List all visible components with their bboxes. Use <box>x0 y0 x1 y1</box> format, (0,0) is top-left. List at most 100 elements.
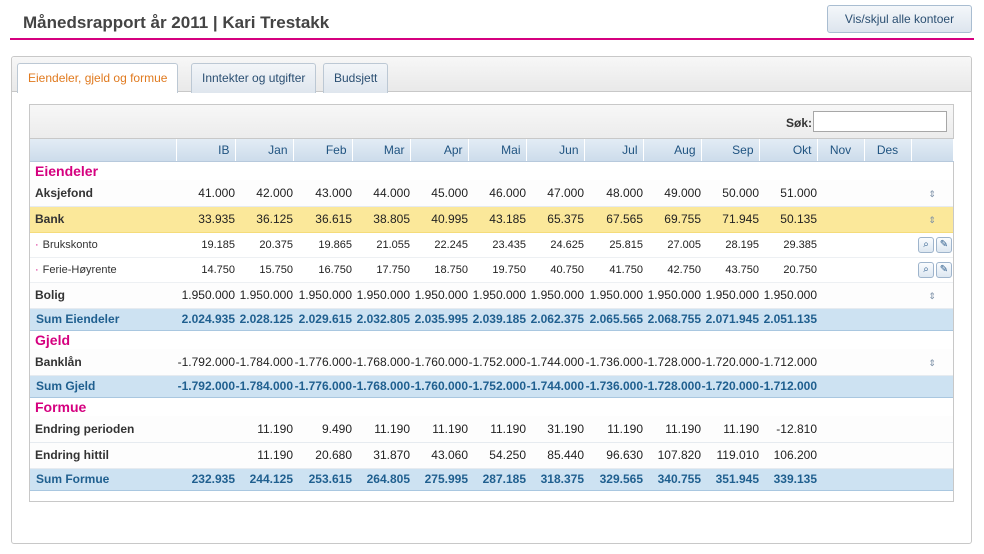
cell-jun: -1.744.000 <box>526 349 584 376</box>
tab-income-expenses[interactable]: Inntekter og utgifter <box>191 63 317 93</box>
table-row-ferie[interactable]: · Ferie-Høyrente 14.750 15.750 16.750 17.750 1… <box>30 257 953 283</box>
section-title: Formue <box>35 398 87 415</box>
cell-okt: 20.750 <box>759 257 817 283</box>
cell-mar: 44.000 <box>352 180 410 207</box>
cell-apr: 45.000 <box>410 180 468 207</box>
row-actions: ⇕ <box>911 282 953 309</box>
edit-pencil-icon[interactable]: ✎ <box>936 236 952 253</box>
cell-nov <box>817 307 864 331</box>
col-header-nov[interactable]: Nov <box>817 139 865 162</box>
cell-ib: 33.935 <box>176 206 235 233</box>
cell-jun: 2.062.375 <box>526 307 584 331</box>
cell-aug: 340.755 <box>643 467 701 491</box>
cell-nov <box>817 206 864 233</box>
cell-feb: 2.029.615 <box>293 307 352 331</box>
expand-collapse-icon[interactable]: ⇕ <box>911 189 953 199</box>
cell-jan: 244.125 <box>235 467 293 491</box>
cell-jun: -1.744.000 <box>526 374 584 398</box>
cell-apr: 22.245 <box>410 232 468 258</box>
cell-apr: 18.750 <box>410 257 468 283</box>
cell-jul: 96.630 <box>584 442 643 469</box>
cell-des <box>864 257 911 283</box>
cell-apr: 1.950.000 <box>410 282 468 309</box>
cell-ib: -1.792.000 <box>176 374 235 398</box>
section-title: Gjeld <box>35 331 71 348</box>
col-header-jan[interactable]: Jan <box>235 139 294 162</box>
row-label: Bolig <box>30 282 176 309</box>
expand-collapse-icon[interactable]: ⇕ <box>911 216 953 225</box>
cell-des <box>864 232 911 258</box>
cell-jul: 2.065.565 <box>584 307 643 331</box>
edit-pencil-icon[interactable]: ✎ <box>936 261 952 278</box>
cell-mai: 2.039.185 <box>468 307 526 331</box>
table-row-endring-hittil[interactable]: Endring hittil 11.190 20.680 31.870 43.060 54… <box>30 442 953 469</box>
table-row-banklan[interactable]: Banklån -1.792.000 -1.784.000 -1.776.000 -1.… <box>30 349 953 376</box>
col-header-ib[interactable]: IB <box>176 139 236 162</box>
cell-aug: 69.755 <box>643 206 701 233</box>
col-header-jun[interactable]: Jun <box>526 139 585 162</box>
cell-mai: -1.752.000 <box>468 374 526 398</box>
cell-jul: 41.750 <box>584 257 643 283</box>
tab-bar: Eiendeler, gjeld og formue Inntekter og … <box>12 57 971 93</box>
col-header-okt[interactable]: Okt <box>759 139 818 162</box>
col-header-actions[interactable] <box>911 139 954 162</box>
report-header: Månedsrapport år 2011 | Kari Trestakk Vi… <box>10 0 974 40</box>
cell-ib: 2.024.935 <box>176 307 235 331</box>
cell-jan: 11.190 <box>235 442 293 469</box>
col-header-name[interactable] <box>30 139 177 162</box>
cell-mai: 46.000 <box>468 180 526 207</box>
toggle-all-accounts-button[interactable]: Vis/skjul alle kontoer <box>827 5 972 33</box>
cell-jun: 47.000 <box>526 180 584 207</box>
cell-des <box>864 442 911 469</box>
cell-ib: 1.950.000 <box>176 282 235 309</box>
report-table: IB Jan Feb Mar Apr Mai Jun Jul Aug Sep Okt Nov Des E… <box>30 139 954 491</box>
cell-aug: -1.728.000 <box>643 374 701 398</box>
cell-jan: 11.190 <box>235 416 293 443</box>
cell-des <box>864 180 911 207</box>
cell-jan: 42.000 <box>235 180 293 207</box>
table-row-bank[interactable]: Bank 33.935 36.125 36.615 38.805 40.995 43.185… <box>30 206 953 233</box>
search-icon[interactable]: ⌕ <box>918 236 934 253</box>
expand-collapse-icon[interactable]: ⇕ <box>911 358 953 368</box>
cell-apr: 40.995 <box>410 206 468 233</box>
table-row-aksjefond[interactable]: Aksjefond 41.000 42.000 43.000 44.000 45.000 4… <box>30 180 953 207</box>
col-header-aug[interactable]: Aug <box>643 139 702 162</box>
cell-jul: -1.736.000 <box>584 374 643 398</box>
col-header-sep[interactable]: Sep <box>701 139 760 162</box>
table-row-bolig[interactable]: Bolig 1.950.000 1.950.000 1.950.000 1.950.00… <box>30 282 953 309</box>
row-label: Sum Eiendeler <box>30 307 176 331</box>
cell-apr: 11.190 <box>410 416 468 443</box>
cell-jan: 20.375 <box>235 232 293 258</box>
cell-jul: 329.565 <box>584 467 643 491</box>
tab-budget[interactable]: Budsjett <box>323 63 389 93</box>
cell-mai: 11.190 <box>468 416 526 443</box>
cell-aug: 1.950.000 <box>643 282 701 309</box>
cell-jul: 25.815 <box>584 232 643 258</box>
row-label: Endring perioden <box>30 416 176 443</box>
cell-aug: 49.000 <box>643 180 701 207</box>
cell-sep: -1.720.000 <box>701 349 759 376</box>
tab-assets-debt-equity[interactable]: Eiendeler, gjeld og formue <box>17 63 179 93</box>
col-header-jul[interactable]: Jul <box>584 139 644 162</box>
table-row-endring-perioden[interactable]: Endring perioden 11.190 9.490 11.190 11.190 1… <box>30 416 953 443</box>
cell-sep: 11.190 <box>701 416 759 443</box>
search-input[interactable] <box>813 111 947 132</box>
table-row-brukskonto[interactable]: · Brukskonto 19.185 20.375 19.865 21.055 22.24… <box>30 232 953 258</box>
cell-mai: 1.950.000 <box>468 282 526 309</box>
cell-jun: 31.190 <box>526 416 584 443</box>
cell-sep: 43.750 <box>701 257 759 283</box>
col-header-mar[interactable]: Mar <box>352 139 411 162</box>
cell-okt: -1.712.000 <box>759 374 817 398</box>
expand-collapse-icon[interactable]: ⇕ <box>911 292 953 301</box>
cell-mai: 54.250 <box>468 442 526 469</box>
report-grid: Søk: IB Jan Feb Mar Apr Mai Jun Jul Aug Sep Okt Nov… <box>29 104 954 502</box>
cell-mar: 264.805 <box>352 467 410 491</box>
search-icon[interactable]: ⌕ <box>918 261 934 278</box>
col-header-apr[interactable]: Apr <box>410 139 469 162</box>
cell-okt: 339.135 <box>759 467 817 491</box>
col-header-feb[interactable]: Feb <box>293 139 353 162</box>
col-header-des[interactable]: Des <box>864 139 912 162</box>
cell-des <box>864 416 911 443</box>
cell-aug: 27.005 <box>643 232 701 258</box>
col-header-mai[interactable]: Mai <box>468 139 527 162</box>
